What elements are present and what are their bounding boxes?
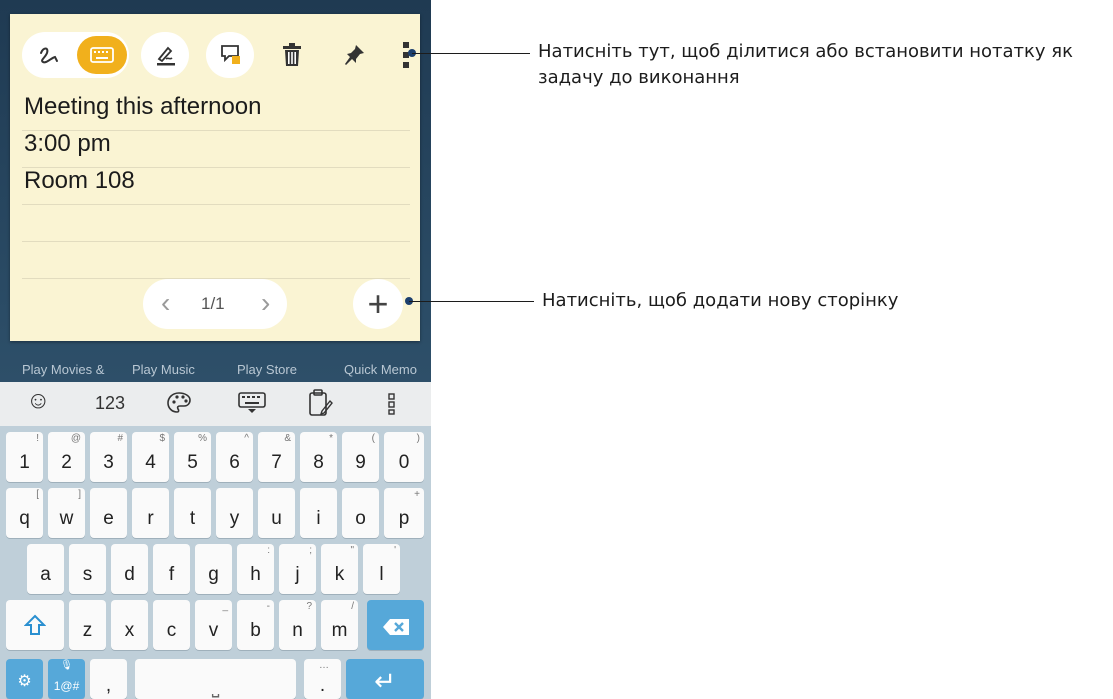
key-v[interactable]: _ v (195, 600, 232, 650)
key-5[interactable]: % 5 (174, 432, 211, 482)
pen-style-icon (153, 42, 179, 68)
key-6[interactable]: ^ 6 (216, 432, 253, 482)
key-4[interactable]: $4 (132, 432, 169, 482)
key-e[interactable]: e (90, 488, 127, 538)
quick-memo-note: Meeting this afternoon 3:00 pm Room 108 … (10, 14, 420, 341)
key-b[interactable]: -b (237, 600, 274, 650)
key-d[interactable]: d (111, 544, 148, 594)
shift-icon (6, 614, 64, 642)
key-y[interactable]: y (216, 488, 253, 538)
symbols-key[interactable]: 🎙 1@# (48, 659, 85, 699)
period-key[interactable]: …. (304, 659, 341, 699)
mic-icon: 🎙 (60, 660, 73, 671)
key-a[interactable]: a (27, 544, 64, 594)
key-1[interactable]: ! 1 (6, 432, 43, 482)
page-count: 1/1 (201, 294, 225, 313)
key-r[interactable]: r (132, 488, 169, 538)
callout-line (409, 301, 534, 302)
note-content[interactable]: Meeting this afternoon 3:00 pm Room 108 (24, 88, 261, 199)
pin-icon[interactable] (342, 41, 368, 69)
app-label: Play Store (237, 362, 297, 377)
note-line: Meeting this afternoon (24, 93, 262, 120)
key-m[interactable]: / m (321, 600, 358, 650)
note-toolbar (22, 32, 412, 78)
key-i[interactable]: i (300, 488, 337, 538)
key-0[interactable]: ) 0 (384, 432, 424, 482)
status-bar (0, 0, 431, 12)
key-q[interactable]: [q (6, 488, 43, 538)
numbers-button[interactable]: 123 (95, 393, 125, 414)
key-t[interactable]: t (174, 488, 211, 538)
key-l[interactable]: ' l (363, 544, 400, 594)
key-s[interactable]: s (69, 544, 106, 594)
key-o[interactable]: o (342, 488, 379, 538)
clipboard-icon[interactable] (308, 389, 334, 423)
key-9[interactable]: (9 (342, 432, 379, 482)
emoji-button[interactable]: ☺ (26, 387, 51, 415)
callout-add-page-text: Натисніть, щоб додати нову сторінку (542, 290, 899, 311)
key-g[interactable]: g (195, 544, 232, 594)
key-c[interactable]: c (153, 600, 190, 650)
page-navigator: ‹ 1/1 › (143, 279, 287, 329)
key-w[interactable]: ] w (48, 488, 85, 538)
key-h[interactable]: :h (237, 544, 274, 594)
key-z[interactable]: z (69, 600, 106, 650)
keyboard: ! 1 @2 #3 $4 % 5 ^ 6 & 7 * 8 (9 ) 0 [q ] w e r … (0, 426, 431, 699)
key-n[interactable]: ? n (279, 600, 316, 650)
settings-key[interactable]: ⚙ (6, 659, 43, 699)
callout-more-text: Натисніть тут, щоб ділитися або встанови… (538, 41, 1073, 88)
app-label: Play Music (132, 362, 195, 377)
phone-screen: Play Movies & Play Music Play Store Quic… (0, 0, 431, 699)
shift-key[interactable] (6, 600, 64, 650)
callout-line (412, 53, 530, 54)
key-8[interactable]: * 8 (300, 432, 337, 482)
trash-icon[interactable] (279, 41, 305, 69)
more-icon[interactable] (388, 393, 396, 421)
key-7[interactable]: & 7 (258, 432, 295, 482)
palette-icon[interactable] (166, 391, 192, 421)
enter-key[interactable]: ↵ (346, 659, 424, 699)
comma-key[interactable]: , (90, 659, 127, 699)
backspace-icon (367, 618, 424, 642)
note-line: Room 108 (24, 167, 135, 194)
add-page-button[interactable]: + (353, 279, 403, 329)
key-k[interactable]: " k (321, 544, 358, 594)
prev-page-button[interactable]: ‹ (161, 289, 170, 317)
key-3[interactable]: #3 (90, 432, 127, 482)
key-x[interactable]: x (111, 600, 148, 650)
key-2[interactable]: @2 (48, 432, 85, 482)
keyboard-icon (88, 42, 116, 68)
app-label: Quick Memo (344, 362, 417, 377)
handwriting-icon[interactable] (36, 42, 62, 68)
key-u[interactable]: u (258, 488, 295, 538)
note-color-icon (218, 42, 244, 68)
key-f[interactable]: f (153, 544, 190, 594)
keyboard-toolbar: ☺ 123 (0, 382, 431, 426)
backspace-key[interactable] (367, 600, 424, 650)
key-p[interactable]: + p (384, 488, 424, 538)
note-line: 3:00 pm (24, 130, 111, 157)
space-key[interactable]: ⎵ (135, 659, 296, 699)
next-page-button[interactable]: › (261, 289, 270, 317)
key-j[interactable]: ; j (279, 544, 316, 594)
keyboard-icon[interactable] (238, 392, 266, 420)
app-label: Play Movies & (22, 362, 105, 377)
